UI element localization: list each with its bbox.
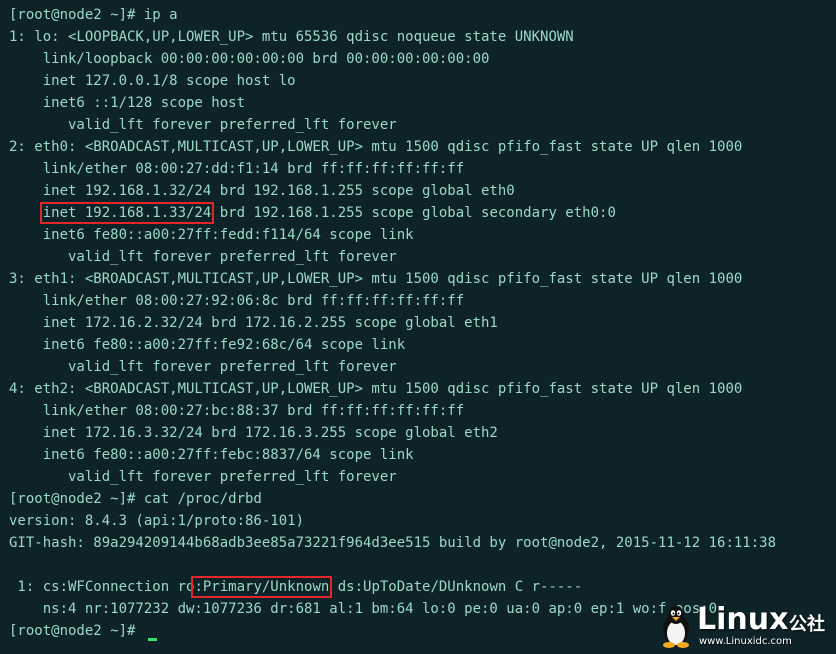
terminal-line: 1: lo: <LOOPBACK,UP,LOWER_UP> mtu 65536 … [9, 29, 574, 45]
terminal-line: valid_lft forever preferred_lft forever [9, 117, 397, 133]
line-segment [9, 205, 43, 221]
watermark-title: Linux [697, 602, 789, 637]
tux-penguin-icon [663, 606, 689, 648]
terminal-window[interactable]: [root@node2 ~]# ip a 1: lo: <LOOPBACK,UP,… [0, 0, 836, 654]
terminal-line: inet 172.16.2.32/24 brd 172.16.2.255 sco… [9, 315, 498, 331]
terminal-line: inet 172.16.3.32/24 brd 172.16.3.255 sco… [9, 425, 498, 441]
watermark-url: www.Linuxidc.com [699, 636, 792, 647]
terminal-line: inet6 fe80::a00:27ff:fe92:68c/64 scope l… [9, 337, 406, 353]
line-segment: 1: cs:WFConnection ro [9, 579, 195, 595]
watermark-cn: 公社 [789, 614, 825, 635]
terminal-line: inet6 fe80::a00:27ff:fedd:f114/64 scope … [9, 227, 414, 243]
terminal-line: inet 192.168.1.33/24 brd 192.168.1.255 s… [9, 202, 836, 224]
watermark: Linux 公社 www.Linuxidc.com [657, 602, 832, 648]
terminal-line: GIT-hash: 89a294209144b68adb3ee85a73221f… [9, 535, 777, 551]
terminal-line: link/loopback 00:00:00:00:00:00 brd 00:0… [9, 51, 490, 67]
terminal-line: valid_lft forever preferred_lft forever [9, 469, 397, 485]
terminal-line: [root@node2 ~]# cat /proc/drbd [9, 491, 262, 507]
terminal-line: link/ether 08:00:27:dd:f1:14 brd ff:ff:f… [9, 161, 465, 177]
terminal-line: [root@node2 ~]# ip a [9, 7, 178, 23]
terminal-line: inet 192.168.1.32/24 brd 192.168.1.255 s… [9, 183, 515, 199]
terminal-line: 2: eth0: <BROADCAST,MULTICAST,UP,LOWER_U… [9, 139, 743, 155]
terminal-line: link/ether 08:00:27:bc:88:37 brd ff:ff:f… [9, 403, 465, 419]
terminal-line: valid_lft forever preferred_lft forever [9, 249, 397, 265]
text-cursor[interactable] [147, 638, 157, 641]
terminal-line: valid_lft forever preferred_lft forever [9, 359, 397, 375]
terminal-line: 4: eth2: <BROADCAST,MULTICAST,UP,LOWER_U… [9, 381, 743, 397]
terminal-line: 3: eth1: <BROADCAST,MULTICAST,UP,LOWER_U… [9, 271, 743, 287]
highlighted-text: :Primary/Unknown [191, 576, 333, 598]
line-segment: brd 192.168.1.255 scope global secondary… [211, 205, 616, 221]
terminal-line: version: 8.4.3 (api:1/proto:86-101) [9, 513, 305, 529]
shell-prompt: [root@node2 ~]# [9, 623, 144, 639]
line-segment: ds:UpToDate/DUnknown C r----- [329, 579, 583, 595]
terminal-line: inet6 ::1/128 scope host [9, 95, 246, 111]
terminal-line: inet6 fe80::a00:27ff:febc:8837/64 scope … [9, 447, 414, 463]
terminal-line: 1: cs:WFConnection ro:Primary/Unknown ds… [9, 576, 836, 598]
terminal-line: link/ether 08:00:27:92:06:8c brd ff:ff:f… [9, 293, 465, 309]
terminal-line: inet 127.0.0.1/8 scope host lo [9, 73, 296, 89]
highlighted-text: inet 192.168.1.33/24 [39, 202, 215, 224]
